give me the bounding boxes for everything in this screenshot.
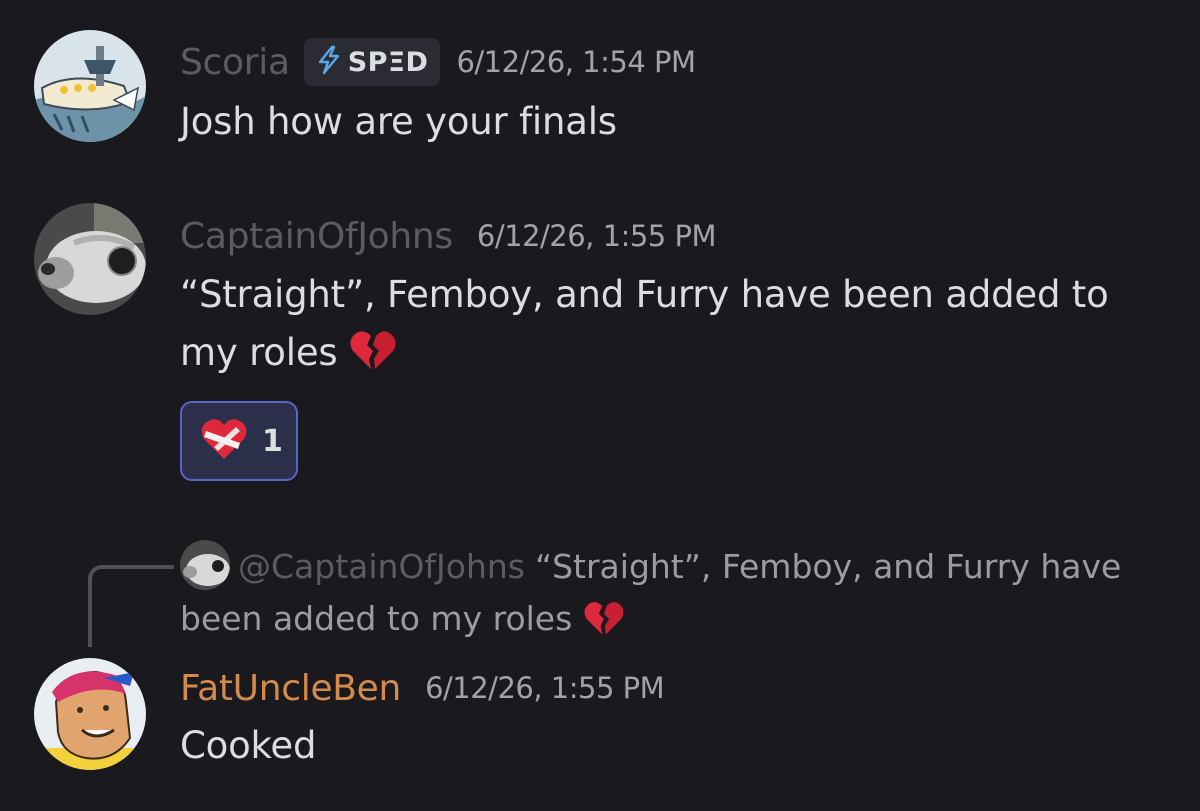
message-header: FatUncleBen 6/12/26, 1:55 PM bbox=[180, 662, 665, 714]
message-content: “Straight”, Femboy, and Furry have been … bbox=[180, 266, 1160, 390]
reply-avatar bbox=[180, 540, 230, 590]
lightning-bolt-icon bbox=[314, 45, 344, 79]
username[interactable]: CaptainOfJohns bbox=[180, 216, 453, 257]
message-line-2: my roles bbox=[180, 324, 1160, 390]
avatar-scoria[interactable] bbox=[34, 30, 146, 142]
message-line-2-text: my roles bbox=[180, 331, 338, 374]
reaction-button[interactable]: 1 bbox=[180, 401, 298, 481]
message-header: Scoria SPΞD 6/12/26, 1:54 PM bbox=[180, 36, 696, 88]
avatar-fatuncleben[interactable] bbox=[34, 658, 146, 770]
reply-connector bbox=[88, 565, 174, 647]
reaction-count: 1 bbox=[262, 423, 283, 459]
message-header: CaptainOfJohns 6/12/26, 1:55 PM bbox=[180, 210, 716, 262]
broken-heart-icon bbox=[349, 329, 397, 390]
reply-mention[interactable]: @CaptainOfJohns bbox=[238, 547, 525, 586]
avatar-captainofjohns[interactable] bbox=[34, 203, 146, 315]
mending-heart-icon bbox=[200, 417, 248, 465]
message-line-1: “Straight”, Femboy, and Furry have been … bbox=[180, 273, 1109, 316]
username[interactable]: Scoria bbox=[180, 42, 290, 83]
timestamp: 6/12/26, 1:55 PM bbox=[425, 671, 665, 705]
username[interactable]: FatUncleBen bbox=[180, 668, 401, 709]
message-content: Cooked bbox=[180, 724, 317, 767]
reply-preview[interactable]: @CaptainOfJohns “Straight”, Femboy, and F… bbox=[180, 540, 1180, 653]
guild-tag-label: SPΞD bbox=[347, 46, 429, 78]
timestamp: 6/12/26, 1:54 PM bbox=[456, 45, 696, 79]
guild-tag[interactable]: SPΞD bbox=[303, 38, 441, 86]
broken-heart-icon bbox=[583, 600, 625, 653]
timestamp: 6/12/26, 1:55 PM bbox=[476, 219, 717, 253]
message-content: Josh how are your finals bbox=[180, 100, 617, 143]
